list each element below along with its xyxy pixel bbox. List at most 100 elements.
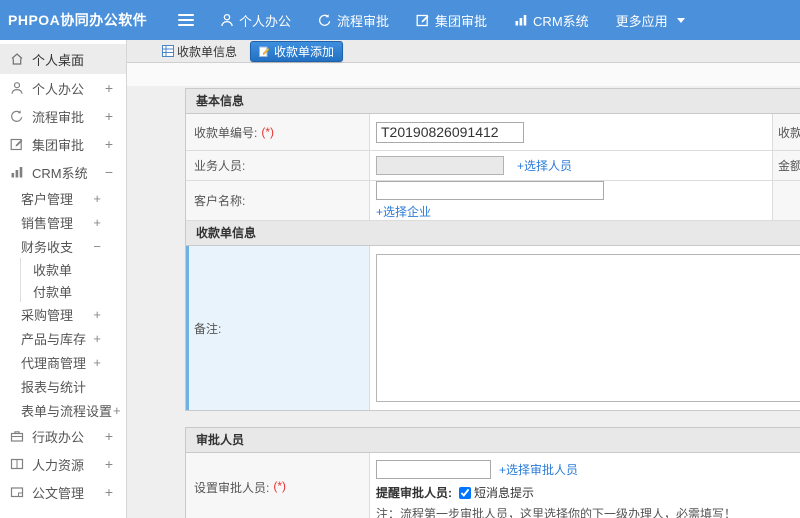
sidebar-item-document-mgmt[interactable]: 公文管理 + [0, 478, 126, 506]
tab-receipt-add[interactable]: 收款单添加 [250, 40, 344, 62]
sidebar-item-label: 人力资源 [32, 457, 85, 473]
sidebar-item-agent-mgmt[interactable]: 代理商管理 + [0, 350, 126, 374]
expand-toggle[interactable]: + [105, 80, 126, 96]
expand-toggle[interactable]: + [105, 456, 126, 472]
tab-receipt-info[interactable]: 收款单信息 [162, 43, 237, 60]
home-icon [10, 52, 24, 66]
sidebar-item-form-flow-settings[interactable]: 表单与流程设置 + [0, 398, 126, 422]
form-body: 基本信息 收款单编号: (*) 收款单 业务人员: [127, 86, 800, 518]
nav-crm-system[interactable]: CRM系统 [514, 11, 589, 30]
user-icon [220, 13, 234, 27]
collapse-toggle[interactable]: − [93, 239, 126, 254]
expand-toggle[interactable]: + [105, 428, 126, 444]
section-header-basic: 基本信息 [186, 89, 800, 114]
section-header-receipt: 收款单信息 [186, 221, 800, 246]
customer-name-input[interactable] [376, 181, 604, 200]
nav-more-apps[interactable]: 更多应用 [616, 11, 685, 30]
salesperson-input[interactable] [376, 156, 504, 175]
expand-toggle[interactable]: + [93, 355, 126, 370]
top-header: PHPOA协同办公软件 个人办公 流程审批 集团审批 CRM系统 更多应用 [0, 0, 800, 40]
choose-person-link[interactable]: +选择人员 [517, 157, 572, 174]
app-window: PHPOA协同办公软件 个人办公 流程审批 集团审批 CRM系统 更多应用 个人… [0, 0, 800, 518]
sidebar-item-sales-mgmt[interactable]: 销售管理 + [0, 210, 126, 234]
form-row-remark: 备注: [186, 246, 800, 410]
field-label-right: 金额: [772, 151, 800, 180]
expand-toggle[interactable]: + [105, 484, 126, 500]
sidebar-item-label: 个人桌面 [32, 52, 85, 68]
field-label-right [772, 181, 800, 220]
sidebar-item-label: 销售管理 [21, 215, 74, 231]
book-icon [10, 457, 24, 471]
receipt-no-input[interactable] [376, 121, 524, 143]
app-logo: PHPOA协同办公软件 [8, 12, 148, 28]
hamburger-menu-icon[interactable] [178, 14, 194, 26]
sidebar-item-finance[interactable]: 财务收支 − [0, 234, 126, 258]
nav-group-approval[interactable]: 集团审批 [416, 11, 487, 30]
edit-page-icon [259, 46, 270, 57]
remark-highlight-bar [186, 246, 189, 410]
toolbar-gap [127, 63, 800, 86]
field-label: 业务人员: [186, 151, 370, 180]
remark-textarea[interactable] [376, 254, 800, 402]
sidebar-item-personal-office[interactable]: 个人办公 + [0, 74, 126, 102]
nav-label: 流程审批 [337, 13, 390, 29]
sidebar-item-crm-system[interactable]: CRM系统 − [0, 158, 126, 186]
sidebar-item-label: 财务收支 [21, 239, 74, 255]
field-value-cell [370, 246, 800, 410]
sms-remind-checkbox[interactable] [459, 486, 471, 499]
field-label: 设置审批人员: (*) [186, 453, 370, 518]
expand-toggle[interactable]: + [105, 136, 126, 152]
tab-label: 收款单信息 [177, 44, 238, 59]
sidebar-item-admin-office[interactable]: 行政办公 + [0, 422, 126, 450]
sidebar-item-group-approval[interactable]: 集团审批 + [0, 130, 126, 158]
field-label: 备注: [186, 246, 370, 410]
sidebar-item-label: 流程审批 [32, 109, 85, 125]
sidebar: 个人桌面 个人办公 + 流程审批 + 集团审批 + CRM系统 − 客户管理 +… [0, 40, 127, 518]
sidebar-item-label: 报表与统计 [21, 379, 87, 395]
sidebar-item-personal-desktop[interactable]: 个人桌面 [0, 44, 126, 74]
sidebar-item-payment[interactable]: 付款单 [21, 280, 126, 302]
sidebar-item-purchase-mgmt[interactable]: 采购管理 + [0, 302, 126, 326]
collapse-toggle[interactable]: − [105, 164, 126, 180]
expand-toggle[interactable]: + [93, 191, 126, 206]
nav-personal-office[interactable]: 个人办公 [220, 11, 291, 30]
expand-toggle[interactable]: + [113, 403, 121, 418]
caret-down-icon [676, 17, 685, 23]
top-nav: 个人办公 流程审批 集团审批 CRM系统 更多应用 [220, 11, 685, 30]
choose-approver-link[interactable]: +选择审批人员 [499, 461, 578, 478]
sidebar-item-label: 代理商管理 [21, 355, 87, 371]
edit-square-icon [10, 137, 24, 151]
table-gap [185, 411, 800, 427]
field-label: 收款单编号: (*) [186, 114, 370, 150]
field-value-cell: +选择企业 [370, 181, 772, 220]
sidebar-item-process-approval[interactable]: 流程审批 + [0, 102, 126, 130]
expand-toggle[interactable]: + [93, 215, 126, 230]
expand-toggle[interactable]: + [105, 108, 126, 124]
sidebar-item-label: 表单与流程设置 [21, 403, 113, 419]
form-row-receipt-no: 收款单编号: (*) 收款单 [186, 114, 800, 151]
approver-input[interactable] [376, 460, 491, 479]
remind-line: 提醒审批人员: 短消息提示 [376, 484, 534, 501]
choose-company-link[interactable]: +选择企业 [376, 203, 431, 220]
sidebar-item-customer-mgmt[interactable]: 客户管理 + [0, 186, 126, 210]
nav-label: CRM系统 [533, 13, 589, 29]
sidebar-item-product-inventory[interactable]: 产品与库存 + [0, 326, 126, 350]
user-icon [10, 81, 24, 95]
sidebar-item-receipt[interactable]: 收款单 [21, 258, 126, 280]
required-mark: (*) [261, 125, 275, 139]
main-content: 收款单信息 收款单添加 基本信息 收款单编号: (*) T20190826091… [127, 40, 800, 518]
field-label: 客户名称: [186, 181, 370, 220]
nav-process-approval[interactable]: 流程审批 [318, 11, 389, 30]
nav-label: 更多应用 [615, 13, 668, 29]
sidebar-item-reports-stats[interactable]: 报表与统计 [0, 374, 126, 398]
expand-toggle[interactable]: + [93, 331, 126, 346]
tab-label: 收款单添加 [274, 44, 335, 59]
label-text: 设置审批人员: [194, 481, 270, 495]
form-table-approver: 审批人员 设置审批人员: (*) +选择审批人员 提醒审批人员: 短消息提示 注… [185, 427, 800, 518]
sidebar-item-label: 采购管理 [21, 307, 74, 323]
required-mark: (*) [273, 479, 287, 493]
expand-toggle[interactable]: + [93, 307, 126, 322]
tab-strip: 收款单信息 收款单添加 [127, 40, 800, 63]
sidebar-item-human-resources[interactable]: 人力资源 + [0, 450, 126, 478]
sidebar-subtree-finance: 收款单 付款单 [20, 258, 126, 302]
